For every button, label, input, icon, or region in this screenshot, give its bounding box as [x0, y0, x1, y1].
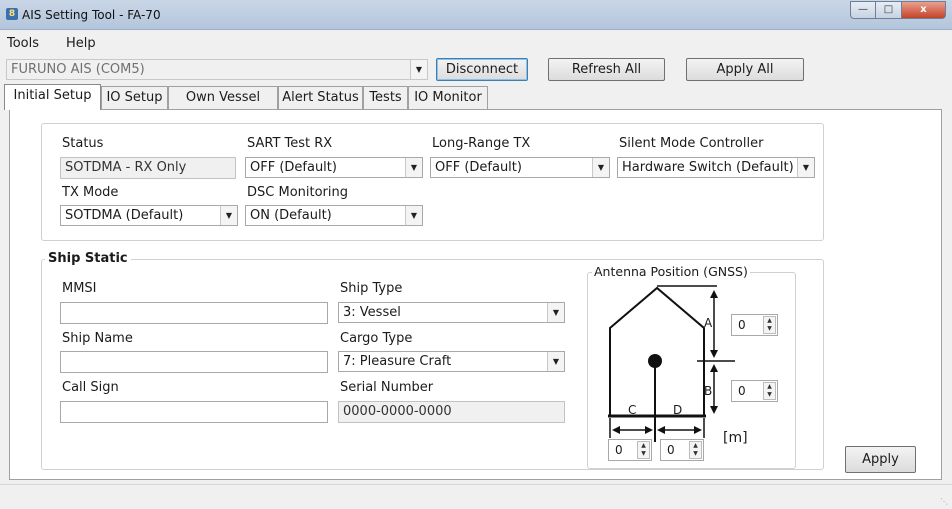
disconnect-button[interactable]: Disconnect	[436, 58, 528, 81]
chevron-down-icon[interactable]: ▼	[405, 206, 422, 225]
ship-name-input[interactable]	[60, 351, 328, 373]
silent-mode-value: Hardware Switch (Default)	[622, 160, 794, 175]
antenna-d-spinner[interactable]: 0 ▲ ▼	[660, 439, 704, 461]
tx-mode-value: SOTDMA (Default)	[65, 208, 184, 223]
mmsi-label: MMSI	[62, 281, 97, 296]
antenna-a-value: 0	[738, 318, 746, 332]
tab-initial-setup[interactable]: Initial Setup	[4, 84, 101, 110]
dsc-monitoring-value: ON (Default)	[250, 208, 332, 223]
close-icon[interactable]: x	[902, 1, 946, 19]
cargo-type-select[interactable]: 7: Pleasure Craft ▼	[338, 351, 565, 372]
dsc-monitoring-select[interactable]: ON (Default) ▼	[245, 205, 423, 226]
dim-a-label: A	[704, 316, 713, 330]
dim-d-label: D	[673, 403, 683, 417]
ship-static-title: Ship Static	[45, 251, 131, 266]
minimize-icon[interactable]: —	[850, 1, 876, 19]
chevron-down-icon[interactable]: ▼	[592, 158, 609, 177]
status-label: Status	[62, 136, 104, 151]
chevron-down-icon[interactable]: ▼	[547, 303, 564, 322]
resize-grip-icon[interactable]: ⋱	[940, 497, 948, 506]
silent-mode-label: Silent Mode Controller	[619, 136, 764, 151]
tab-tests[interactable]: Tests	[363, 86, 408, 109]
antenna-c-value: 0	[615, 443, 623, 457]
title-bar: 8 AIS Setting Tool - FA-70 — □ x	[0, 0, 952, 30]
long-range-label: Long-Range TX	[432, 136, 531, 151]
chevron-down-icon[interactable]: ▼	[797, 158, 814, 177]
menu-help[interactable]: Help	[66, 36, 96, 51]
port-select[interactable]: FURUNO AIS (COM5) ▼	[6, 59, 428, 80]
dim-b-label: B	[704, 384, 713, 398]
apply-all-button[interactable]: Apply All	[686, 58, 804, 81]
tab-io-monitor[interactable]: IO Monitor	[408, 86, 488, 109]
tab-io-setup[interactable]: IO Setup	[101, 86, 168, 109]
tx-mode-label: TX Mode	[62, 185, 119, 200]
dsc-monitoring-label: DSC Monitoring	[247, 185, 348, 200]
sart-test-value: OFF (Default)	[250, 160, 337, 175]
spin-arrows-icon[interactable]: ▲ ▼	[763, 316, 776, 334]
ship-type-select[interactable]: 3: Vessel ▼	[338, 302, 565, 323]
antenna-d-value: 0	[667, 443, 675, 457]
port-select-value: FURUNO AIS (COM5)	[11, 62, 145, 77]
window-title: AIS Setting Tool - FA-70	[22, 8, 161, 22]
long-range-select[interactable]: OFF (Default) ▼	[430, 157, 610, 178]
ship-name-label: Ship Name	[62, 331, 133, 346]
tab-alert-status[interactable]: Alert Status	[278, 86, 363, 109]
tx-mode-select[interactable]: SOTDMA (Default) ▼	[60, 205, 238, 226]
chevron-down-icon[interactable]: ▼	[410, 60, 427, 79]
antenna-a-spinner[interactable]: 0 ▲ ▼	[731, 314, 778, 336]
ship-type-value: 3: Vessel	[343, 305, 401, 320]
serial-number-field: 0000-0000-0000	[338, 401, 565, 423]
chevron-down-icon[interactable]: ▼	[547, 352, 564, 371]
call-sign-input[interactable]	[60, 401, 328, 423]
status-field: SOTDMA - RX Only	[60, 157, 236, 179]
antenna-c-spinner[interactable]: 0 ▲ ▼	[608, 439, 652, 461]
mmsi-input[interactable]	[60, 302, 328, 324]
spin-arrows-icon[interactable]: ▲ ▼	[763, 382, 776, 400]
menu-bar: Tools Help	[0, 30, 952, 54]
refresh-all-button[interactable]: Refresh All	[548, 58, 665, 81]
silent-mode-select[interactable]: Hardware Switch (Default) ▼	[617, 157, 815, 178]
dim-c-label: C	[628, 403, 637, 417]
cargo-type-value: 7: Pleasure Craft	[343, 354, 452, 369]
app-icon: 8	[6, 8, 18, 20]
cargo-type-label: Cargo Type	[340, 331, 413, 346]
chevron-down-icon[interactable]: ▼	[405, 158, 422, 177]
long-range-value: OFF (Default)	[435, 160, 522, 175]
menu-tools[interactable]: Tools	[7, 36, 39, 51]
serial-number-label: Serial Number	[340, 380, 434, 395]
unit-label: [m]	[723, 430, 748, 446]
maximize-icon[interactable]: □	[876, 1, 902, 19]
status-bar: ⋱	[0, 484, 952, 509]
call-sign-label: Call Sign	[62, 380, 119, 395]
chevron-down-icon[interactable]: ▼	[220, 206, 237, 225]
antenna-b-spinner[interactable]: 0 ▲ ▼	[731, 380, 778, 402]
window-controls: — □ x	[850, 1, 946, 19]
tab-own-vessel-data[interactable]: Own Vessel Data	[168, 86, 278, 126]
antenna-b-value: 0	[738, 384, 746, 398]
spin-arrows-icon[interactable]: ▲ ▼	[689, 441, 702, 459]
apply-button[interactable]: Apply	[845, 446, 916, 473]
sart-test-label: SART Test RX	[247, 136, 333, 151]
ship-type-label: Ship Type	[340, 281, 403, 296]
spin-arrows-icon[interactable]: ▲ ▼	[637, 441, 650, 459]
sart-test-select[interactable]: OFF (Default) ▼	[245, 157, 423, 178]
